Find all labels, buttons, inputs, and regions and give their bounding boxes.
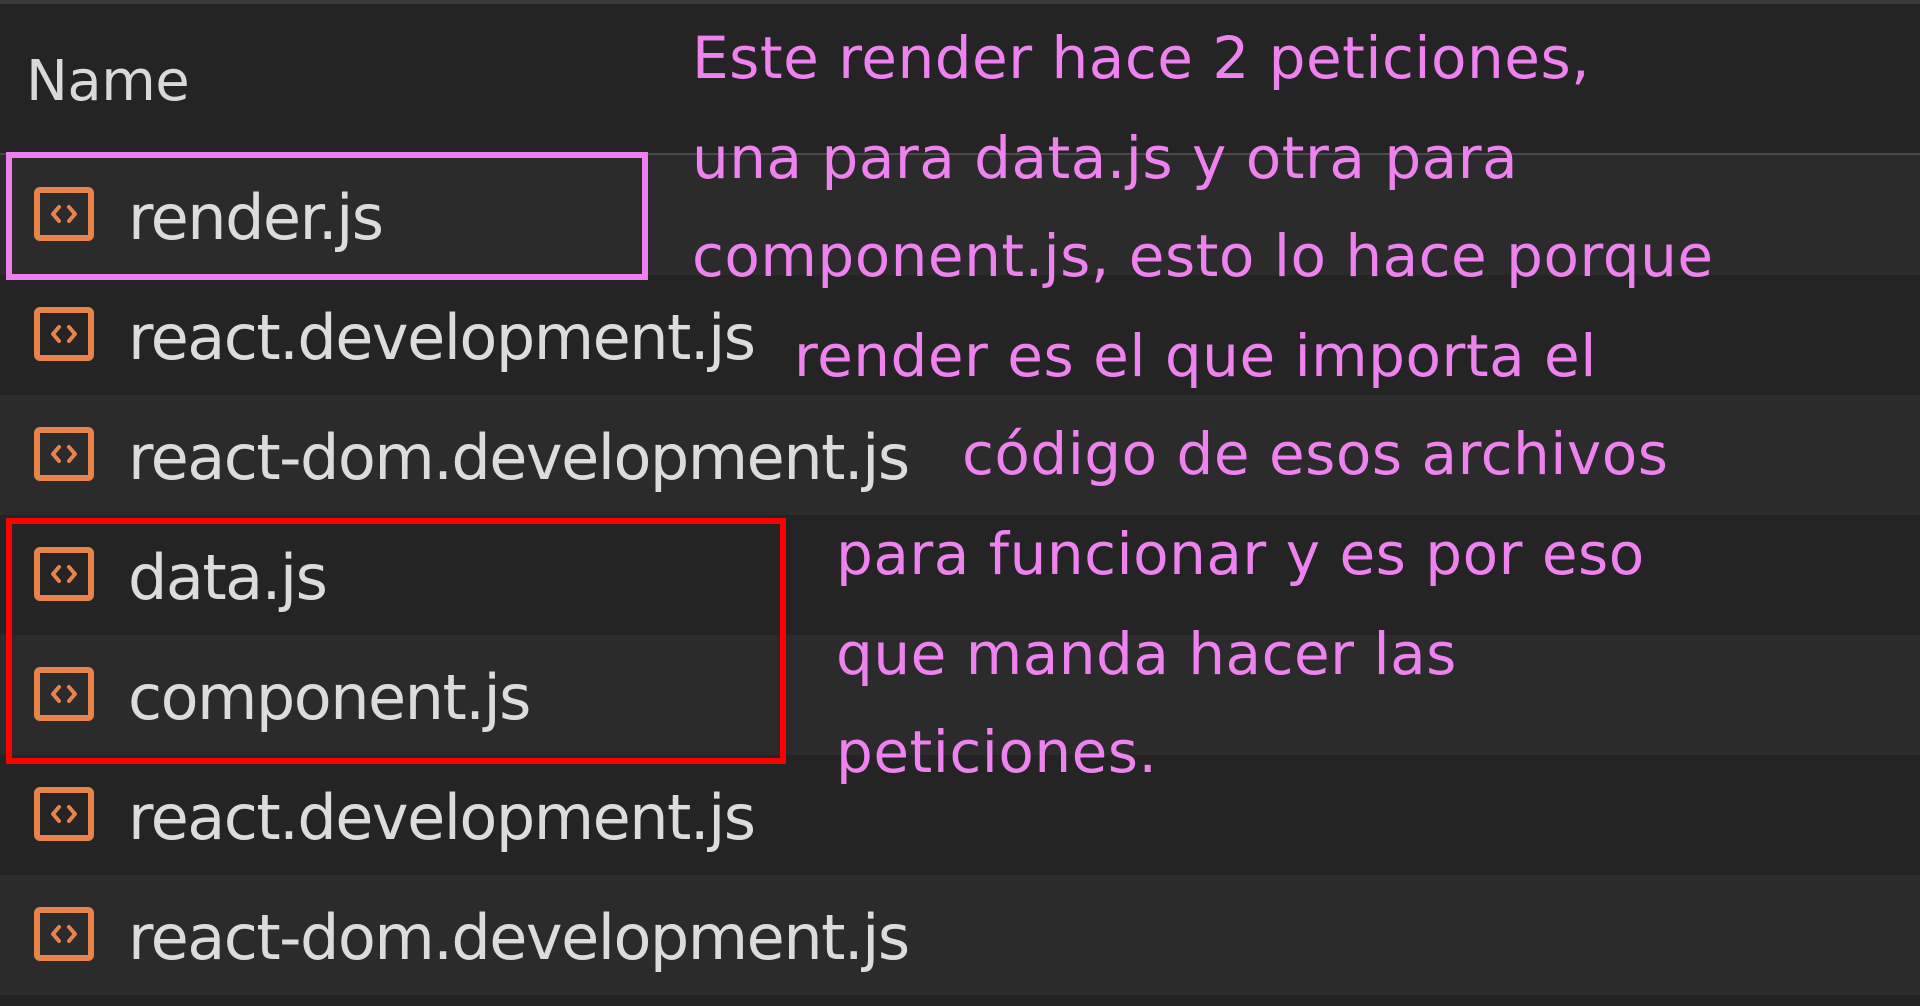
name-column-header[interactable]: Name [26, 49, 190, 114]
annotation-line: una para data.js y otra para [692, 124, 1519, 192]
request-file-name: data.js [128, 541, 328, 614]
request-file-name: render.js [128, 181, 384, 254]
request-file-name: component.js [128, 661, 531, 734]
network-panel: Name render.js react.development.js reac… [0, 0, 1920, 1006]
annotation-line: código de esos archivos [962, 420, 1669, 488]
script-file-icon [34, 427, 94, 481]
request-file-name: react.development.js [128, 301, 756, 374]
script-file-icon [34, 787, 94, 841]
annotation-line: component.js, esto lo hace porque [692, 222, 1714, 290]
script-file-icon [34, 187, 94, 241]
annotation-line: Este render hace 2 peticiones, [692, 24, 1591, 92]
script-file-icon [34, 547, 94, 601]
annotation-line: para funcionar y es por eso [836, 520, 1645, 588]
script-file-icon [34, 907, 94, 961]
request-file-name: react-dom.development.js [128, 901, 910, 974]
annotation-line: peticiones. [836, 718, 1158, 786]
script-file-icon [34, 307, 94, 361]
annotation-line: render es el que importa el [794, 322, 1597, 390]
annotation-line: que manda hacer las [836, 620, 1457, 688]
request-file-name: react.development.js [128, 781, 756, 854]
script-file-icon [34, 667, 94, 721]
request-row-react-dom-2[interactable]: react-dom.development.js [0, 875, 1920, 995]
request-file-name: react-dom.development.js [128, 421, 910, 494]
